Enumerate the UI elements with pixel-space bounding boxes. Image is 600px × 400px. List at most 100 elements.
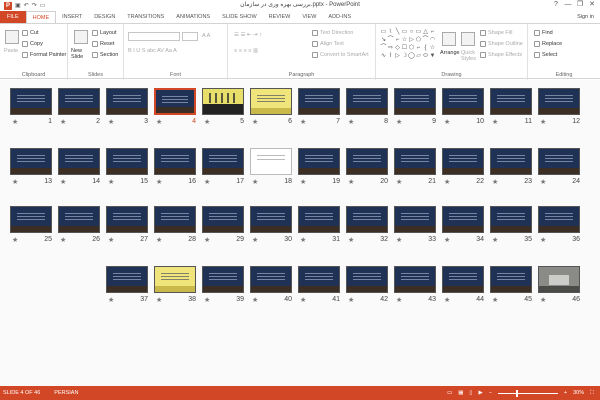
- font-style-buttons[interactable]: B I U S abc AV Aa A: [128, 48, 177, 54]
- slide-thumbnail[interactable]: [154, 148, 196, 175]
- font-name-field[interactable]: [128, 32, 180, 41]
- tab-design[interactable]: DESIGN: [88, 11, 121, 23]
- tab-slideshow[interactable]: SLIDE SHOW: [216, 11, 263, 23]
- shape-outline-button[interactable]: Shape Outline: [480, 41, 523, 47]
- tab-insert[interactable]: INSERT: [56, 11, 88, 23]
- shape-effects-button[interactable]: Shape Effects: [480, 52, 522, 58]
- align-text-button[interactable]: Align Text: [312, 41, 344, 47]
- slide-thumbnail[interactable]: [442, 266, 484, 293]
- slide-thumbnail[interactable]: [394, 266, 436, 293]
- slide-thumbnail[interactable]: [538, 206, 580, 233]
- quick-styles-button[interactable]: Quick Styles: [461, 50, 477, 62]
- slide-thumbnail[interactable]: [298, 148, 340, 175]
- grow-shrink-font-buttons[interactable]: A A: [202, 33, 210, 39]
- slide-thumbnail[interactable]: [298, 88, 340, 115]
- select-button[interactable]: Select: [534, 52, 557, 58]
- slide-thumbnail[interactable]: [202, 206, 244, 233]
- reading-view-icon[interactable]: ▯: [469, 390, 472, 396]
- slide-thumbnail[interactable]: [538, 266, 580, 293]
- format-painter-button[interactable]: Format Painter: [22, 52, 66, 58]
- alignment-buttons[interactable]: ≡ ≡ ≡ ≡ ▥: [234, 48, 258, 54]
- language-indicator[interactable]: PERSIAN: [40, 390, 78, 396]
- slide-thumbnail[interactable]: [346, 88, 388, 115]
- convert-smartart-button[interactable]: Convert to SmartArt: [312, 52, 369, 58]
- slide-thumbnail[interactable]: [202, 88, 244, 115]
- slide-thumbnail[interactable]: [538, 88, 580, 115]
- slide-thumbnail[interactable]: [490, 88, 532, 115]
- minimize-button[interactable]: —: [562, 0, 574, 10]
- slide-thumbnail[interactable]: [58, 148, 100, 175]
- text-direction-button[interactable]: Text Direction: [312, 30, 353, 36]
- reset-button[interactable]: Reset: [92, 41, 114, 47]
- slide-thumbnail[interactable]: [490, 266, 532, 293]
- font-size-field[interactable]: [182, 32, 198, 41]
- slide-thumbnail[interactable]: [250, 148, 292, 175]
- zoom-out-button[interactable]: −: [489, 390, 492, 396]
- slide-thumbnail[interactable]: [154, 206, 196, 233]
- tab-transitions[interactable]: TRANSITIONS: [121, 11, 170, 23]
- slide-thumbnail[interactable]: [346, 266, 388, 293]
- slideshow-view-icon[interactable]: ▶: [478, 390, 482, 396]
- shapes-gallery[interactable]: ▭ \ ╲ ▭ ○ ▭ △ ⌐ ↘ ⌒ ⌐ ☆ ▷ ⬠ ⌒ ◠ ⌒ ⇨ ◇ ☐ ⬡ ⌐{☆ ∿ ⌇ ▷ ☽ ◯ ▱ ⬭ ▼: [380, 28, 436, 60]
- slide-thumbnail[interactable]: [10, 206, 52, 233]
- new-slide-icon[interactable]: [74, 30, 88, 44]
- slide-thumbnail[interactable]: [538, 148, 580, 175]
- slide-thumbnail[interactable]: [250, 266, 292, 293]
- slide-thumbnail[interactable]: [154, 88, 196, 115]
- arrange-button[interactable]: Arrange: [440, 50, 460, 56]
- shape-fill-button[interactable]: Shape Fill: [480, 30, 512, 36]
- paste-button[interactable]: Paste: [4, 48, 18, 54]
- arrange-icon[interactable]: [442, 32, 456, 46]
- slide-thumbnail[interactable]: [442, 206, 484, 233]
- zoom-slider[interactable]: [497, 389, 558, 397]
- tab-animations[interactable]: ANIMATIONS: [170, 11, 216, 23]
- tab-review[interactable]: REVIEW: [263, 11, 297, 23]
- zoom-slider-handle[interactable]: [515, 389, 518, 397]
- restore-button[interactable]: ❐: [574, 0, 586, 10]
- tab-view[interactable]: VIEW: [296, 11, 322, 23]
- slide-thumbnail[interactable]: [10, 88, 52, 115]
- tab-home[interactable]: HOME: [25, 11, 57, 23]
- find-button[interactable]: Find: [534, 30, 553, 36]
- slide-thumbnail[interactable]: [106, 88, 148, 115]
- slide-thumbnail[interactable]: [10, 148, 52, 175]
- slide-thumbnail[interactable]: [106, 206, 148, 233]
- slide-thumbnail[interactable]: [394, 88, 436, 115]
- slide-thumbnail[interactable]: [442, 148, 484, 175]
- zoom-in-button[interactable]: +: [564, 390, 567, 396]
- cut-button[interactable]: Cut: [22, 30, 39, 36]
- sorter-view-icon[interactable]: ▦: [458, 390, 463, 396]
- paste-icon[interactable]: [5, 30, 19, 44]
- slide-thumbnail[interactable]: [154, 266, 196, 293]
- zoom-level[interactable]: 30%: [573, 390, 584, 396]
- help-button[interactable]: ?: [550, 0, 562, 10]
- slide-thumbnail[interactable]: [250, 206, 292, 233]
- slide-thumbnail[interactable]: [490, 206, 532, 233]
- layout-button[interactable]: Layout: [92, 30, 117, 36]
- normal-view-icon[interactable]: ▭: [447, 390, 452, 396]
- slide-thumbnail[interactable]: [346, 206, 388, 233]
- replace-button[interactable]: Replace: [534, 41, 562, 47]
- slide-thumbnail[interactable]: [442, 88, 484, 115]
- slide-thumbnail[interactable]: [394, 148, 436, 175]
- copy-button[interactable]: Copy: [22, 41, 43, 47]
- slide-thumbnail[interactable]: [106, 148, 148, 175]
- slide-thumbnail[interactable]: [490, 148, 532, 175]
- slide-thumbnail[interactable]: [250, 88, 292, 115]
- slide-thumbnail[interactable]: [394, 206, 436, 233]
- sign-in-link[interactable]: Sign in: [577, 11, 594, 23]
- new-slide-button[interactable]: New Slide: [71, 48, 91, 60]
- slide-thumbnail[interactable]: [58, 88, 100, 115]
- slide-thumbnail[interactable]: [298, 206, 340, 233]
- slide-thumbnail[interactable]: [58, 206, 100, 233]
- quick-styles-icon[interactable]: [461, 32, 475, 46]
- tab-addins[interactable]: ADD-INS: [322, 11, 357, 23]
- slide-thumbnail[interactable]: [106, 266, 148, 293]
- close-button[interactable]: ✕: [586, 0, 598, 10]
- slide-thumbnail[interactable]: [298, 266, 340, 293]
- slide-thumbnail[interactable]: [346, 148, 388, 175]
- list-buttons[interactable]: ☰ ☰ ⇤ ⇥ ↕: [234, 32, 262, 38]
- tab-file[interactable]: FILE: [0, 11, 26, 23]
- fit-to-window-icon[interactable]: ⛶: [590, 390, 594, 397]
- slide-thumbnail[interactable]: [202, 148, 244, 175]
